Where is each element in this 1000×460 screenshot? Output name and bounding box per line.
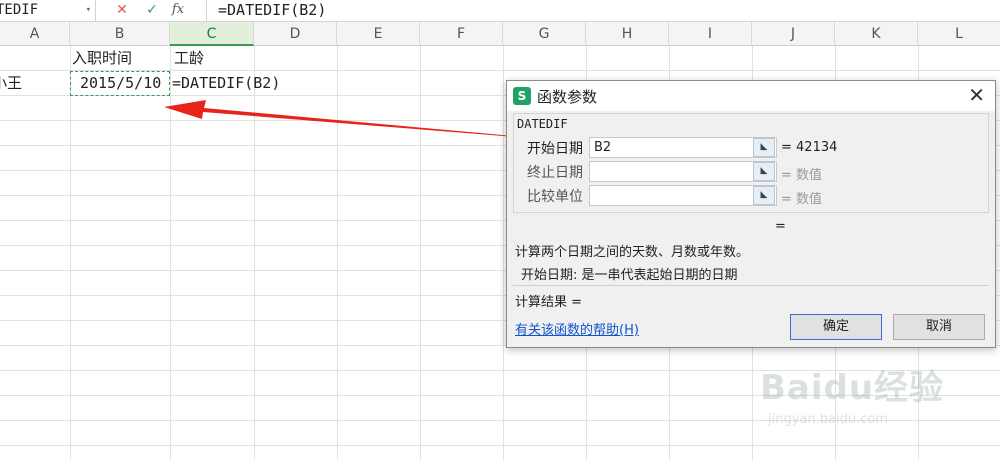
cell-a2[interactable]: 小王 bbox=[0, 71, 22, 95]
formula-bar-divider bbox=[206, 0, 207, 22]
arg-input-unit[interactable] bbox=[589, 185, 777, 206]
column-header-f[interactable]: F bbox=[420, 22, 503, 46]
function-arguments-dialog: S 函数参数 ✕ DATEDIF 开始日期 B2 ◣ = 42134 终止日期 … bbox=[506, 80, 996, 348]
arg-label-unit: 比较单位 bbox=[527, 189, 583, 205]
arg-input-start-date[interactable]: B2 bbox=[589, 137, 777, 158]
cancel-icon[interactable]: ✕ bbox=[112, 0, 132, 22]
formula-input[interactable]: =DATEDIF(B2) bbox=[218, 0, 326, 22]
argument-description: 开始日期: 是一串代表起始日期的日期 bbox=[521, 268, 738, 283]
column-header-k[interactable]: K bbox=[835, 22, 918, 46]
arg-result-end-date: = 数值 bbox=[781, 168, 823, 183]
chevron-down-icon[interactable]: ▾ bbox=[86, 0, 91, 20]
check-icon[interactable]: ✓ bbox=[142, 0, 162, 22]
arg-result-start-date: = 42134 bbox=[781, 140, 838, 155]
column-header-j[interactable]: J bbox=[752, 22, 835, 46]
dialog-titlebar[interactable]: S 函数参数 ✕ bbox=[507, 81, 995, 111]
close-icon[interactable]: ✕ bbox=[968, 84, 985, 106]
calculation-result: 计算结果 = bbox=[515, 295, 583, 310]
dialog-divider bbox=[513, 285, 989, 286]
column-header-g[interactable]: G bbox=[503, 22, 586, 46]
help-link[interactable]: 有关该函数的帮助(H) bbox=[515, 319, 639, 338]
range-picker-icon[interactable]: ◣ bbox=[753, 186, 775, 205]
watermark-url: jingyan.baidu.com bbox=[768, 412, 888, 427]
fx-icon[interactable]: fx bbox=[168, 0, 188, 22]
column-line bbox=[170, 46, 171, 460]
column-header-e[interactable]: E bbox=[337, 22, 420, 46]
column-header-h[interactable]: H bbox=[586, 22, 669, 46]
column-header-l[interactable]: L bbox=[918, 22, 1000, 46]
ok-button[interactable]: 确定 bbox=[790, 314, 882, 340]
function-name: DATEDIF bbox=[517, 117, 568, 131]
arg-label-end-date: 终止日期 bbox=[527, 165, 583, 181]
formula-bar: TEDIF ▾ ✕ ✓ fx =DATEDIF(B2) bbox=[0, 0, 1000, 22]
cell-c1[interactable]: 工龄 bbox=[174, 46, 204, 70]
cell-b1[interactable]: 入职时间 bbox=[72, 46, 132, 70]
function-description: 计算两个日期之间的天数、月数或年数。 bbox=[515, 245, 750, 260]
name-box[interactable]: TEDIF ▾ bbox=[0, 0, 96, 22]
watermark-logo: Baidu经验 bbox=[760, 368, 945, 408]
watermark: Baidu经验 jingyan.baidu.com bbox=[760, 360, 990, 450]
cell-c2[interactable]: =DATEDIF(B2) bbox=[172, 71, 280, 95]
reference-marquee bbox=[70, 71, 170, 96]
column-line bbox=[420, 46, 421, 460]
app-logo-icon: S bbox=[513, 87, 531, 105]
column-line bbox=[254, 46, 255, 460]
column-line bbox=[503, 46, 504, 460]
name-box-value: TEDIF bbox=[0, 2, 39, 18]
column-header-c[interactable]: C bbox=[170, 22, 254, 46]
column-headers: A B C D E F G H I J K L bbox=[0, 22, 1000, 46]
column-line bbox=[70, 46, 71, 460]
dialog-title: 函数参数 bbox=[537, 88, 598, 106]
range-picker-icon[interactable]: ◣ bbox=[753, 162, 775, 181]
arg-label-start-date: 开始日期 bbox=[527, 141, 583, 157]
function-result-equals: = bbox=[775, 219, 786, 234]
range-picker-icon[interactable]: ◣ bbox=[753, 138, 775, 157]
column-header-b[interactable]: B bbox=[70, 22, 170, 46]
column-header-a[interactable]: A bbox=[0, 22, 70, 46]
column-line bbox=[337, 46, 338, 460]
cancel-button[interactable]: 取消 bbox=[893, 314, 985, 340]
column-header-i[interactable]: I bbox=[669, 22, 752, 46]
arg-input-end-date[interactable] bbox=[589, 161, 777, 182]
column-header-d[interactable]: D bbox=[254, 22, 337, 46]
arg-result-unit: = 数值 bbox=[781, 192, 823, 207]
